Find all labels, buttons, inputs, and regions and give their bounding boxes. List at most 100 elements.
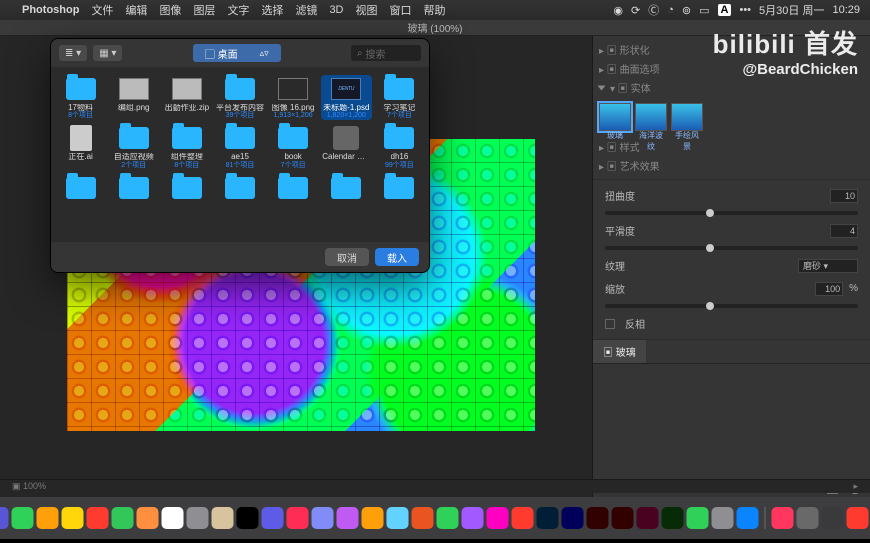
scale-slider[interactable] [605,304,858,308]
thumb-sketch[interactable]: 手绘风景 [671,103,703,131]
menu-view[interactable]: 视图 [356,2,378,18]
file-item[interactable] [214,174,265,204]
dock-app-icon[interactable] [847,507,869,529]
menu-filter[interactable]: 滤镜 [295,2,317,18]
status-dots-icon[interactable]: ••• [739,4,751,16]
panel-row-3[interactable]: ▾ ▣ 实体 [599,78,864,97]
dock-app-icon[interactable] [772,507,794,529]
file-item[interactable] [161,174,212,204]
file-item[interactable]: DENTU未标题-1.psd1,820×1,200 [321,75,372,120]
status-clock-icon[interactable]: ◔ [667,4,674,16]
cancel-button[interactable]: 取消 [325,248,369,266]
file-item[interactable]: ae1581个项目 [214,124,265,169]
dock-app-icon[interactable] [337,507,359,529]
dock-app-icon[interactable] [237,507,259,529]
dock-app-icon[interactable] [37,507,59,529]
status-wifi-icon[interactable]: ⊚ [682,4,691,17]
menu-layer[interactable]: 图层 [193,2,215,18]
effect-tab-glass[interactable]: ▣ 玻璃 [593,340,646,363]
status-right[interactable]: ▸ [853,481,858,492]
dock-app-icon[interactable] [437,507,459,529]
menu-type[interactable]: 文字 [227,2,249,18]
texture-select[interactable]: 磨砂 ▾ [798,259,858,273]
file-item[interactable]: Calendar Card.sketch [321,124,372,169]
dock-app-icon[interactable] [112,507,134,529]
open-button[interactable]: 载入 [375,248,419,266]
file-item[interactable]: 学习笔记7个项目 [374,75,425,120]
file-item[interactable]: 自适应视频2个项目 [108,124,159,169]
dock-app-icon[interactable] [12,507,34,529]
smoothness-slider[interactable] [605,246,858,250]
menu-edit[interactable]: 编辑 [125,2,147,18]
file-item[interactable]: 出勤作业.zip [161,75,212,120]
distortion-value[interactable]: 10 [830,189,858,203]
dock-app-icon[interactable] [0,507,9,529]
status-display-icon[interactable]: ▭ [699,4,709,17]
menubar-time[interactable]: 10:29 [832,4,860,16]
dock-app-icon[interactable] [687,507,709,529]
dock-app-icon[interactable] [262,507,284,529]
file-grid[interactable]: 17物料8个项目编组.png出勤作业.zip平台发布内容39个项目图像 16.p… [51,67,429,242]
dock-app-icon[interactable] [737,507,759,529]
file-item[interactable]: 平台发布内容39个项目 [214,75,265,120]
zoom-level[interactable]: ▣ 100% [12,481,46,492]
dock-app-icon[interactable] [62,507,84,529]
file-item[interactable] [268,174,319,204]
dock-app-icon[interactable] [362,507,384,529]
menu-help[interactable]: 帮助 [424,2,446,18]
file-item[interactable] [374,174,425,204]
location-select[interactable]: ▢ 桌面▵▿ [193,44,281,62]
smoothness-value[interactable]: 4 [830,224,858,238]
dock-app-icon[interactable] [537,507,559,529]
menu-3d[interactable]: 3D [329,4,343,16]
dock-app-icon[interactable] [312,507,334,529]
file-item[interactable] [55,174,106,204]
dock-app-icon[interactable] [487,507,509,529]
file-item[interactable]: 17物料8个项目 [55,75,106,120]
file-item[interactable]: 组件整理8个项目 [161,124,212,169]
file-item[interactable]: 图像 16.png1,913×1,206 [268,75,319,120]
document-tab[interactable]: 玻璃 (100%) [0,20,870,36]
file-item[interactable]: book7个项目 [268,124,319,169]
menu-select[interactable]: 选择 [261,2,283,18]
dock-app-icon[interactable] [187,507,209,529]
status-c-icon[interactable]: Ⓒ [648,2,659,18]
scale-value[interactable]: 100 [815,282,843,296]
file-item[interactable] [321,174,372,204]
panel-row-5[interactable]: ▸ ▣ 艺术效果 [599,156,864,175]
menu-image[interactable]: 图像 [159,2,181,18]
view-mode-grid[interactable]: ▦ ▾ [93,45,122,61]
dock-app-icon[interactable] [162,507,184,529]
dock-app-icon[interactable] [137,507,159,529]
dock-app-icon[interactable] [87,507,109,529]
dock-app-icon[interactable] [412,507,434,529]
menu-window[interactable]: 窗口 [390,2,412,18]
file-item[interactable] [108,174,159,204]
search-input[interactable]: ⌕ 搜索 [351,45,421,61]
invert-checkbox[interactable] [605,319,615,329]
file-item[interactable]: 编组.png [108,75,159,120]
dock-app-icon[interactable] [637,507,659,529]
status-record-icon[interactable]: ◉ [613,4,623,17]
thumb-glass[interactable]: 玻璃 [599,103,631,131]
menubar-date[interactable]: 5月30日 周一 [759,2,824,18]
dock-app-icon[interactable] [387,507,409,529]
distortion-slider[interactable] [605,211,858,215]
panel-row-1[interactable]: ▸ ▣ 形状化 [599,40,864,59]
app-name[interactable]: Photoshop [22,4,79,16]
panel-row-2[interactable]: ▸ ▣ 曲面选项 [599,59,864,78]
dock-app-icon[interactable] [462,507,484,529]
dock-app-icon[interactable] [662,507,684,529]
dock-app-icon[interactable] [797,507,819,529]
thumb-ocean[interactable]: 海洋波纹 [635,103,667,131]
menu-file[interactable]: 文件 [91,2,113,18]
file-item[interactable]: 正在.ai [55,124,106,169]
dock-app-icon[interactable] [562,507,584,529]
dock-app-icon[interactable] [512,507,534,529]
dock-app-icon[interactable] [587,507,609,529]
dock-app-icon[interactable] [287,507,309,529]
dock-app-icon[interactable] [212,507,234,529]
file-item[interactable]: dh1699个项目 [374,124,425,169]
view-mode-list[interactable]: ≣ ▾ [59,45,87,61]
input-source[interactable]: A [718,4,732,16]
